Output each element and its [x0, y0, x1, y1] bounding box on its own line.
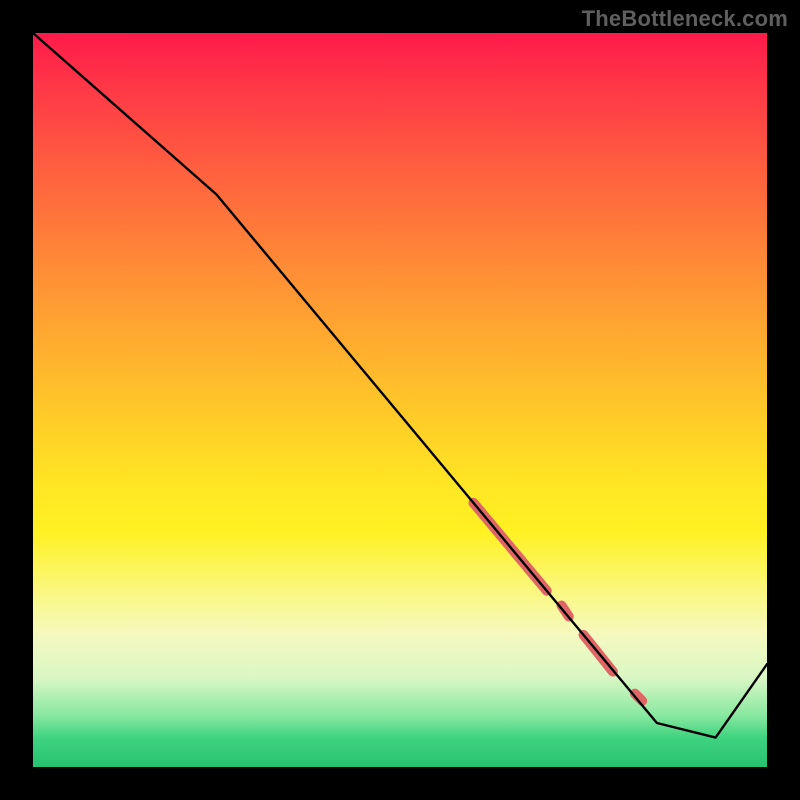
main-curve	[33, 33, 767, 738]
watermark-text: TheBottleneck.com	[582, 6, 788, 32]
chart-frame: TheBottleneck.com	[0, 0, 800, 800]
chart-svg	[33, 33, 767, 767]
plot-area	[33, 33, 767, 767]
